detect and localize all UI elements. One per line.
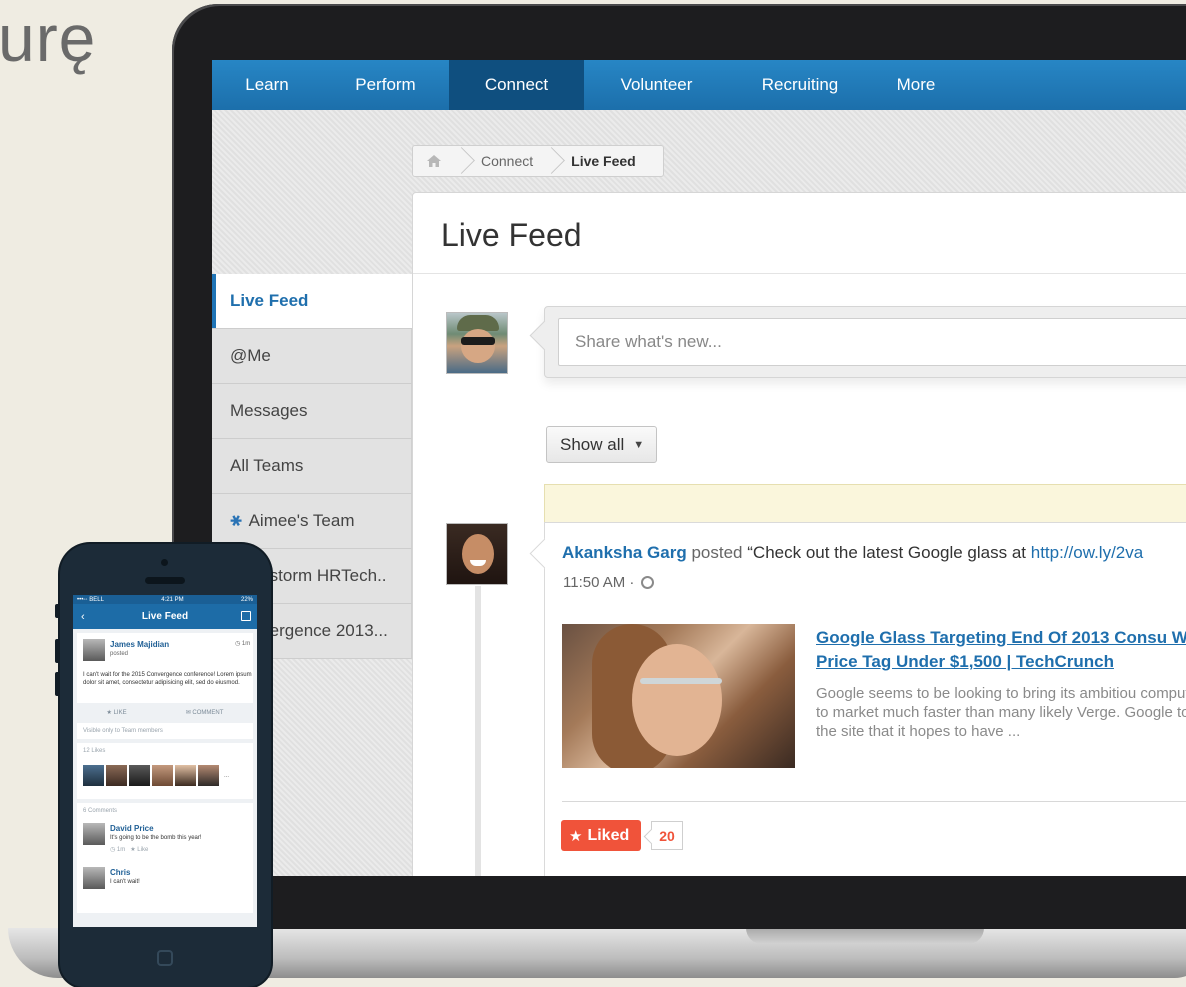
sidebar-item-label: Messages (230, 401, 308, 420)
sidebar-item-messages[interactable]: Messages (212, 384, 412, 439)
phone-screen: •••◦◦ BELL 4:21 PM 22% ‹ Live Feed James… (73, 595, 257, 927)
liker-avatar[interactable] (198, 765, 219, 786)
nav-more[interactable]: More (871, 60, 961, 110)
nav-connect[interactable]: Connect (449, 60, 584, 110)
sidebar-item-me[interactable]: @Me (212, 329, 412, 384)
phone-device: •••◦◦ BELL 4:21 PM 22% ‹ Live Feed James… (55, 544, 271, 987)
compose-icon[interactable] (241, 611, 251, 621)
phone-comments-count: 6 Comments (83, 808, 118, 814)
share-input[interactable] (558, 318, 1186, 366)
phone-likes-count: 12 Likes (83, 748, 106, 754)
comment-meta: ◷ 1m ★ Like (110, 847, 149, 853)
notice-bar (544, 484, 1186, 524)
phone-post-author[interactable]: James Majidian (110, 640, 169, 649)
nav-perform[interactable]: Perform (322, 60, 449, 110)
link-preview-description: Google seems to be looking to bring its … (816, 685, 1186, 740)
phone-home-button[interactable] (157, 950, 173, 966)
comment-author[interactable]: Chris (110, 868, 130, 877)
top-nav: Learn Perform Connect Volunteer Recruiti… (212, 60, 1186, 110)
laptop-screen: Learn Perform Connect Volunteer Recruiti… (212, 60, 1186, 876)
phone-comment-button[interactable]: ✉ COMMENT (186, 709, 224, 716)
post-verb: posted (691, 543, 743, 562)
phone-comments-card: 6 Comments David Price It's going to be … (77, 803, 253, 913)
breadcrumb-current: Live Feed (571, 153, 636, 169)
phone-like-button[interactable]: ★ LIKE (107, 709, 127, 716)
phone-post-time: ◷ 1m (235, 641, 251, 647)
sidebar-item-all-teams[interactable]: All Teams (212, 439, 412, 494)
corner-heading-text: urę (0, 1, 97, 75)
post-timestamp: 11:50 AM · (563, 574, 654, 591)
comment-avatar[interactable] (83, 867, 105, 889)
phone-post-body: I can't wait for the 2015 Convergence co… (83, 672, 252, 686)
breadcrumb-separator (455, 145, 469, 177)
post-author-avatar[interactable] (446, 523, 508, 585)
sidebar-item-label: Aimee's Team (248, 511, 355, 530)
sidebar-item-label: All Teams (230, 456, 304, 475)
breadcrumb: Connect Live Feed (412, 145, 664, 177)
liker-avatar[interactable] (152, 765, 173, 786)
comment-text: I can't wait! (110, 879, 140, 885)
post-author[interactable]: Akanksha Garg (562, 543, 687, 562)
phone-post-avatar[interactable] (83, 639, 105, 661)
liker-avatar[interactable] (129, 765, 150, 786)
phone-post-verb: posted (110, 651, 129, 657)
post-header: Akanksha Garg posted “Check out the late… (562, 543, 1143, 563)
sidebar-item-label: @Me (230, 346, 271, 365)
phone-clock: 4:21 PM (161, 596, 184, 603)
post-time: 11:50 AM · (563, 574, 635, 591)
current-user-avatar[interactable] (446, 312, 508, 374)
post-text: “Check out the latest Google glass at (747, 543, 1027, 562)
home-icon (427, 155, 441, 167)
show-all-dropdown[interactable]: Show all ▼ (546, 426, 657, 463)
post-divider (562, 801, 1186, 802)
breadcrumb-separator (545, 145, 559, 177)
phone-visibility-note: Visible only to Team members (77, 723, 253, 739)
liker-avatar[interactable] (106, 765, 127, 786)
phone-battery: 22% (240, 596, 253, 603)
pin-icon: ✱ (226, 510, 247, 532)
phone-post-card: James Majidian posted ◷ 1m I can't wait … (77, 633, 253, 721)
nav-recruiting[interactable]: Recruiting (729, 60, 871, 110)
phone-likes-card: 12 Likes ... (77, 743, 253, 799)
phone-header: ‹ Live Feed (73, 604, 257, 629)
breadcrumb-connect[interactable]: Connect (469, 146, 545, 176)
phone-carrier: •••◦◦ BELL (77, 596, 104, 603)
laptop-notch (746, 928, 984, 944)
post-link[interactable]: http://ow.ly/2va (1031, 543, 1143, 562)
title-divider (413, 273, 1186, 274)
globe-icon (640, 576, 654, 589)
phone-volume-down (55, 672, 60, 696)
sidebar-item-aimees-team[interactable]: ✱ Aimee's Team (212, 494, 412, 549)
liker-avatar[interactable] (83, 765, 104, 786)
link-thumbnail[interactable] (562, 624, 795, 768)
link-preview-title[interactable]: Google Glass Targeting End Of 2013 Consu… (816, 626, 1186, 674)
timeline-line (475, 586, 481, 876)
sidebar-item-label: Live Feed (230, 291, 309, 310)
phone-mute-switch (55, 604, 60, 618)
liker-avatar[interactable] (175, 765, 196, 786)
phone-camera (161, 559, 168, 566)
like-count-badge[interactable]: 20 (651, 821, 683, 850)
sidebar-item-live-feed[interactable]: Live Feed (212, 274, 412, 329)
comment-author[interactable]: David Price (110, 824, 154, 833)
phone-status-bar: •••◦◦ BELL 4:21 PM 22% (73, 595, 257, 604)
phone-header-title: Live Feed (141, 611, 189, 622)
comment-text: It's going to be the bomb this year! (110, 835, 202, 841)
nav-volunteer[interactable]: Volunteer (584, 60, 729, 110)
back-chevron-icon[interactable]: ‹ (81, 611, 85, 623)
star-icon: ★ (569, 827, 583, 845)
liked-button[interactable]: ★ Liked (561, 820, 641, 851)
nav-learn[interactable]: Learn (212, 60, 322, 110)
show-all-label: Show all (560, 434, 625, 454)
likes-more[interactable]: ... (224, 773, 229, 779)
phone-volume-up (55, 639, 60, 663)
phone-post-actions: ★ LIKE ✉ COMMENT (77, 703, 253, 721)
page-title: Live Feed (441, 217, 582, 253)
phone-speaker (145, 577, 185, 584)
caret-down-icon: ▼ (633, 438, 645, 451)
liked-label: Liked (587, 826, 630, 844)
comment-avatar[interactable] (83, 823, 105, 845)
